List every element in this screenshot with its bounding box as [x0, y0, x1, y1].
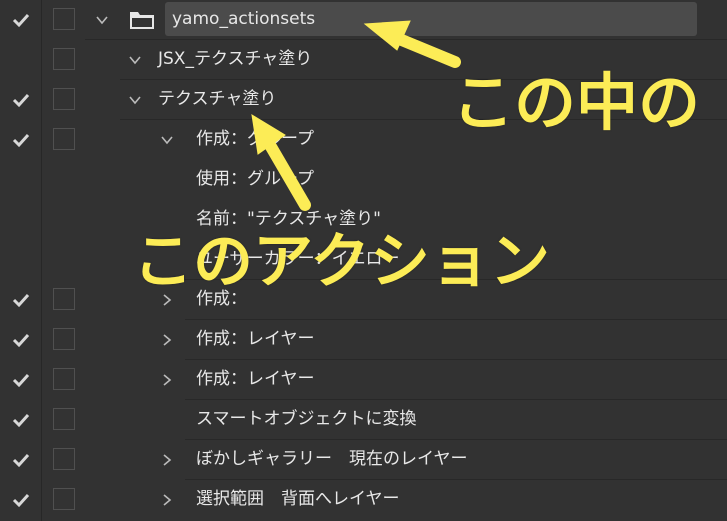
- annotation-inside-text: この中の: [452, 66, 701, 139]
- annotation-action-text: このアクション: [133, 227, 550, 297]
- arrow-to-action: [251, 114, 311, 211]
- arrow-to-action-set: [363, 20, 461, 68]
